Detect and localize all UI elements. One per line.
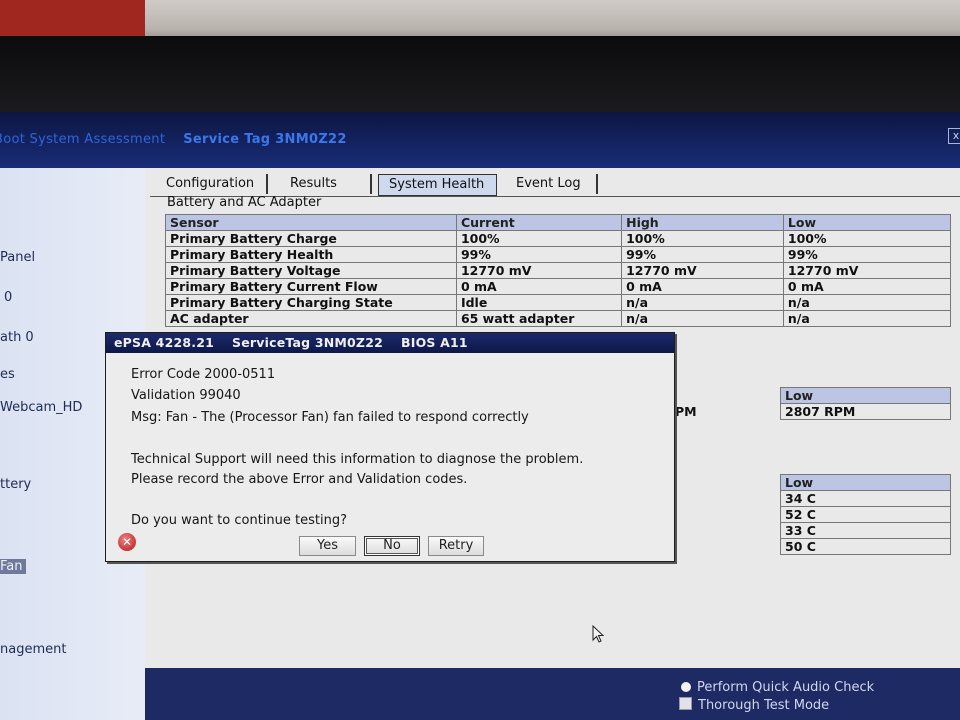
- table-cell: n/a: [621, 310, 784, 327]
- table-cell: 0 mA: [621, 278, 784, 295]
- table-row: Primary Battery Charge 100% 100% 100%: [165, 230, 952, 247]
- sidebar-item-panel[interactable]: Panel: [0, 250, 35, 265]
- table-cell: 65 watt adapter: [455, 310, 623, 327]
- thermal-low-value: 52 C: [780, 506, 951, 523]
- mouse-cursor-icon: [592, 625, 605, 643]
- column-header: Low: [782, 214, 952, 231]
- tab-results[interactable]: Results: [280, 174, 372, 194]
- error-message: Msg: Fan - The (Processor Fan) fan faile…: [131, 410, 529, 425]
- table-cell: 99%: [455, 246, 623, 263]
- column-header: Current: [455, 214, 623, 231]
- app-title: Boot System Assessment: [0, 132, 166, 147]
- table-cell: n/a: [782, 310, 952, 327]
- tab-configuration[interactable]: Configuration: [156, 174, 269, 194]
- tab-system-health[interactable]: System Health: [378, 174, 498, 196]
- title-bar: Boot System Assessment Service Tag 3NM0Z2…: [0, 112, 960, 168]
- column-header: Sensor: [165, 214, 457, 231]
- dialog-version: ePSA 4228.21: [114, 335, 215, 350]
- error-icon: ✕: [118, 533, 136, 551]
- window-title: Boot System Assessment Service Tag 3NM0Z2…: [0, 132, 347, 147]
- sidebar-item-webcam[interactable]: Webcam_HD: [0, 400, 82, 415]
- dialog-service-tag: ServiceTag 3NM0Z22: [232, 335, 383, 350]
- sidebar-item-path[interactable]: ath 0: [0, 330, 34, 345]
- table-cell: 100%: [782, 230, 952, 247]
- table-cell: 0 mA: [782, 278, 952, 295]
- sidebar-item-0[interactable]: 0: [4, 290, 12, 305]
- table-cell: AC adapter: [165, 310, 457, 327]
- checkbox-icon: [679, 697, 692, 710]
- thorough-mode-option[interactable]: Thorough Test Mode: [679, 697, 829, 713]
- column-header: High: [621, 214, 784, 231]
- sidebar-item-management[interactable]: nagement: [0, 642, 66, 657]
- dialog-title-bar: ePSA 4228.21 ServiceTag 3NM0Z22 BIOS A11: [106, 333, 674, 353]
- battery-group-title: Battery and AC Adapter: [167, 195, 322, 210]
- close-button[interactable]: x: [948, 128, 960, 144]
- tab-bar: Configuration Results System Health Even…: [150, 174, 960, 197]
- radio-icon: [681, 682, 691, 692]
- table-row: Primary Battery Current Flow 0 mA 0 mA 0 mA: [165, 278, 952, 295]
- table-cell: n/a: [782, 294, 952, 311]
- support-line-1: Technical Support will need this informa…: [131, 452, 584, 467]
- quick-audio-option[interactable]: Perform Quick Audio Check: [681, 680, 874, 695]
- thermal-low-value: 34 C: [780, 490, 951, 507]
- yes-button[interactable]: Yes: [299, 536, 356, 556]
- thermal-low-header: Low: [780, 474, 951, 491]
- fan-low-header: Low: [780, 387, 951, 404]
- sidebar-item-battery[interactable]: ttery: [0, 477, 31, 492]
- table-cell: 100%: [621, 230, 784, 247]
- support-line-2: Please record the above Error and Valida…: [131, 472, 468, 487]
- table-cell: Primary Battery Charging State: [165, 294, 457, 311]
- validation-code: Validation 99040: [131, 388, 241, 403]
- retry-button[interactable]: Retry: [428, 536, 484, 556]
- table-row: Primary Battery Charging State Idle n/a n/a: [165, 294, 952, 311]
- table-row: Primary Battery Health 99% 99% 99%: [165, 246, 952, 263]
- table-cell: 99%: [782, 246, 952, 263]
- no-button[interactable]: No: [364, 536, 420, 556]
- fan-low-value: 2807 RPM: [780, 403, 951, 420]
- table-cell: Idle: [455, 294, 623, 311]
- table-cell: 0 mA: [455, 278, 623, 295]
- fan-table: Low 2807 RPM: [780, 387, 951, 420]
- thorough-mode-label: Thorough Test Mode: [698, 698, 830, 713]
- thermal-low-value: 33 C: [780, 522, 951, 539]
- table-cell: Primary Battery Charge: [165, 230, 457, 247]
- table-cell: 12770 mV: [782, 262, 952, 279]
- table-cell: Primary Battery Current Flow: [165, 278, 457, 295]
- background-object: [0, 0, 145, 36]
- table-cell: Primary Battery Health: [165, 246, 457, 263]
- sidebar-item-es[interactable]: es: [0, 367, 15, 382]
- table-row: Primary Battery Voltage 12770 mV 12770 mV 1…: [165, 262, 952, 279]
- table-cell: 12770 mV: [455, 262, 623, 279]
- table-cell: 12770 mV: [621, 262, 784, 279]
- error-dialog: ePSA 4228.21 ServiceTag 3NM0Z22 BIOS A11 E…: [105, 332, 675, 562]
- thermal-table: Low 34 C 52 C 33 C 50 C: [780, 474, 951, 555]
- battery-table: Sensor Current High Low Primary Battery Char…: [165, 214, 952, 327]
- table-cell: 99%: [621, 246, 784, 263]
- battery-header-row: Sensor Current High Low: [165, 214, 952, 231]
- table-row: AC adapter 65 watt adapter n/a n/a: [165, 310, 952, 327]
- table-cell: n/a: [621, 294, 784, 311]
- dialog-bios: BIOS A11: [401, 335, 468, 350]
- thermal-low-value: 50 C: [780, 538, 951, 555]
- tab-event-log[interactable]: Event Log: [506, 174, 598, 194]
- fan-high-fragment: PM: [675, 404, 697, 419]
- table-cell: 100%: [455, 230, 623, 247]
- continue-question: Do you want to continue testing?: [131, 513, 347, 528]
- bottom-options: Perform Quick Audio Check Thorough Test …: [145, 668, 960, 720]
- monitor-bezel: [0, 36, 960, 116]
- error-code: Error Code 2000-0511: [131, 367, 276, 382]
- table-cell: Primary Battery Voltage: [165, 262, 457, 279]
- quick-audio-label: Perform Quick Audio Check: [697, 680, 875, 695]
- sidebar-item-fan[interactable]: Fan: [0, 559, 26, 574]
- service-tag: Service Tag 3NM0Z22: [183, 132, 347, 147]
